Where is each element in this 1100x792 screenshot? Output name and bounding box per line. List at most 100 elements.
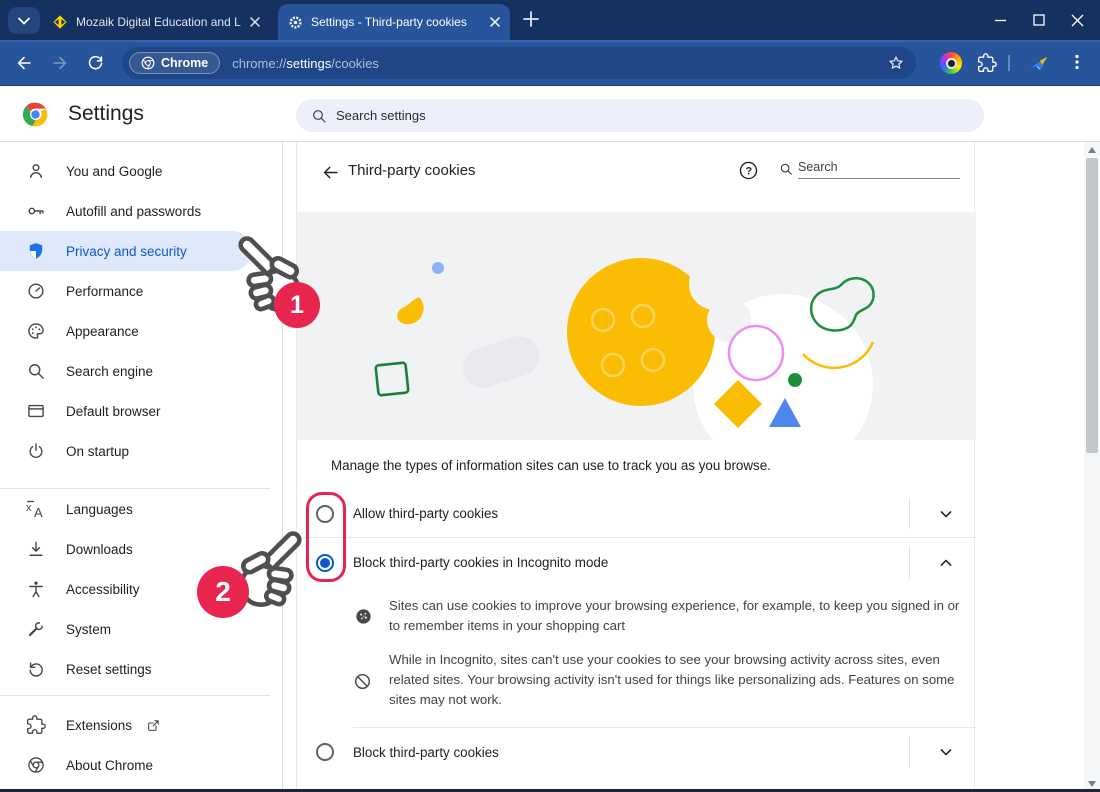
search-settings-box[interactable] <box>296 99 984 132</box>
speedometer-icon <box>26 281 46 301</box>
bird-extension-icon[interactable] <box>1028 52 1050 74</box>
forward-button[interactable] <box>50 53 70 73</box>
blocked-icon <box>353 672 372 691</box>
back-button[interactable] <box>14 53 34 73</box>
sidebar-item-languages[interactable]: xA Languages <box>0 489 282 529</box>
bookmark-star-icon[interactable] <box>887 54 905 72</box>
section-title: Third-party cookies <box>348 162 476 179</box>
mozaik-favicon <box>52 14 68 30</box>
close-window-button[interactable] <box>1071 14 1084 27</box>
maximize-button[interactable] <box>1033 14 1045 26</box>
chrome-logo <box>22 101 49 128</box>
back-arrow-button[interactable] <box>321 163 340 182</box>
browser-window: Mozaik Digital Education and L Settings … <box>0 0 1100 792</box>
url-text: chrome://settings/cookies <box>232 56 379 71</box>
detail-text-cookies: Sites can use cookies to improve your br… <box>389 596 969 636</box>
row-separator <box>909 498 910 529</box>
tab-settings[interactable]: Settings - Third-party cookies <box>278 4 510 40</box>
sidebar-item-extensions[interactable]: Extensions <box>0 705 282 745</box>
chevron-down-icon[interactable] <box>936 742 956 762</box>
url-host: settings <box>286 56 331 71</box>
plus-icon <box>522 10 540 28</box>
sidebar-item-label: Default browser <box>66 404 161 419</box>
scrollbar-up-arrow[interactable] <box>1088 147 1096 153</box>
svg-text:A: A <box>34 505 43 519</box>
sidebar-item-label: Autofill and passwords <box>66 204 201 219</box>
download-icon <box>26 539 46 559</box>
shield-icon <box>26 241 46 261</box>
url-scheme: chrome:// <box>232 56 286 71</box>
chevron-down-icon <box>18 17 30 25</box>
search-icon <box>311 108 327 124</box>
palette-icon <box>26 321 46 341</box>
sidebar-item-label: Languages <box>66 502 133 517</box>
sidebar-item-default-browser[interactable]: Default browser <box>0 391 282 431</box>
help-icon[interactable]: ? <box>738 160 759 181</box>
magnifier-icon <box>26 361 46 381</box>
option-block-incognito[interactable]: Block third-party cookies in Incognito m… <box>297 538 976 587</box>
sidebar-item-on-startup[interactable]: On startup <box>0 431 282 471</box>
sidebar-item-search-engine[interactable]: Search engine <box>0 351 282 391</box>
accessibility-icon <box>26 579 46 599</box>
chip-label: Chrome <box>161 56 208 70</box>
row-separator <box>909 546 910 579</box>
sidebar-item-reset-settings[interactable]: Reset settings <box>0 649 282 689</box>
cookies-illustration <box>297 212 976 440</box>
extension-ring-icon[interactable] <box>940 52 962 74</box>
chevron-down-icon[interactable] <box>936 504 956 524</box>
tab-mozaik[interactable]: Mozaik Digital Education and L <box>42 4 270 40</box>
settings-gear-favicon <box>288 15 303 30</box>
radio-unselected[interactable] <box>316 743 334 761</box>
scrollbar-down-arrow[interactable] <box>1088 781 1096 787</box>
tab-title: Mozaik Digital Education and L <box>76 15 242 29</box>
tab-search-button[interactable] <box>8 7 40 34</box>
minimize-button[interactable] <box>994 14 1007 27</box>
chevron-up-icon[interactable] <box>936 553 956 573</box>
option-block-third-party[interactable]: Block third-party cookies <box>297 728 976 776</box>
browser-window-icon <box>26 401 46 421</box>
sidebar-item-label: Extensions <box>66 718 132 733</box>
url-path: /cookies <box>331 56 379 71</box>
scrollbar-thumb[interactable] <box>1086 158 1098 453</box>
sidebar-item-autofill[interactable]: Autofill and passwords <box>0 191 282 231</box>
sidebar-item-label: Performance <box>66 284 143 299</box>
power-icon <box>26 441 46 461</box>
search-icon <box>779 162 793 176</box>
reload-button[interactable] <box>86 53 105 72</box>
panel-search[interactable] <box>779 158 960 179</box>
sidebar-item-label: About Chrome <box>66 758 153 773</box>
new-tab-button[interactable] <box>522 10 540 28</box>
panel-search-input[interactable] <box>798 158 960 179</box>
sidebar-item-label: On startup <box>66 444 129 459</box>
third-party-cookies-panel: Third-party cookies ? <box>296 142 975 792</box>
extensions-puzzle-icon[interactable] <box>977 53 997 73</box>
intro-text: Manage the types of information sites ca… <box>331 458 771 473</box>
sidebar-item-label: Accessibility <box>66 582 140 597</box>
chrome-logo-icon <box>26 755 46 775</box>
close-icon[interactable] <box>250 17 260 27</box>
option-allow-third-party[interactable]: Allow third-party cookies <box>297 490 976 537</box>
sidebar-item-you-and-google[interactable]: You and Google <box>0 151 282 191</box>
reset-icon <box>26 659 46 679</box>
address-bar[interactable]: Chrome chrome://settings/cookies <box>122 47 916 79</box>
sidebar-item-label: Privacy and security <box>66 244 187 259</box>
menu-dots-icon[interactable] <box>1068 53 1086 71</box>
scrollbar[interactable] <box>1084 142 1100 792</box>
step-1-badge: 1 <box>274 282 320 328</box>
row-separator <box>909 736 910 768</box>
translate-icon: xA <box>26 499 46 519</box>
sidebar-item-label: System <box>66 622 111 637</box>
person-icon <box>26 161 46 181</box>
search-settings-input[interactable] <box>336 108 836 123</box>
window-controls <box>994 0 1094 40</box>
sidebar-item-about-chrome[interactable]: About Chrome <box>0 745 282 785</box>
chrome-icon <box>141 56 155 70</box>
cookie-icon <box>354 607 373 626</box>
chrome-chip: Chrome <box>129 52 220 74</box>
sidebar-item-label: You and Google <box>66 164 162 179</box>
tab-title: Settings - Third-party cookies <box>311 15 482 29</box>
option-label: Allow third-party cookies <box>353 506 498 521</box>
sidebar-item-label: Reset settings <box>66 662 152 677</box>
close-icon[interactable] <box>490 17 500 27</box>
sidebar-item-privacy-security[interactable]: Privacy and security <box>0 231 252 271</box>
